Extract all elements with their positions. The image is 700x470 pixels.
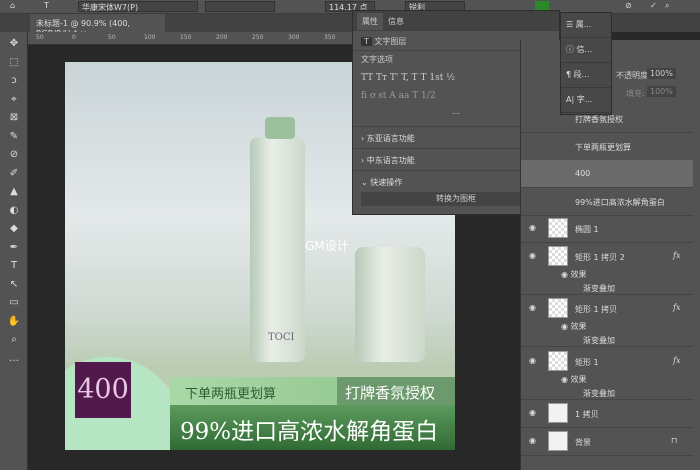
tool-icon[interactable]: ✎ [7, 130, 21, 144]
search-icon[interactable]: ⌕ [665, 1, 669, 11]
fx-icon[interactable]: fx [673, 251, 680, 260]
tool-icon[interactable]: ⌖ [7, 93, 21, 107]
layer-row[interactable]: ◉ 椭圆 1 [521, 215, 693, 243]
ruler-tick: 350 [324, 34, 336, 41]
gradient-overlay-effect[interactable]: 渐变叠加 [583, 335, 615, 346]
document-tab[interactable]: 未标题-1 @ 90.9% (400, RGB/8#) * × [30, 14, 165, 38]
visibility-eye-icon[interactable]: ◉ [529, 223, 536, 232]
visibility-eye-icon[interactable]: ◉ [529, 408, 536, 417]
headline-banner: 99%进口高浓水解角蛋白 [170, 405, 455, 450]
fill-label: 填充: [626, 89, 645, 98]
layer-thumbnail [548, 218, 568, 238]
tool-icon[interactable]: ✐ [7, 167, 21, 181]
visibility-eye-icon[interactable]: ◉ [529, 356, 536, 365]
visibility-eye-icon[interactable]: ◉ [529, 436, 536, 445]
home-icon[interactable]: ⌂ [10, 1, 15, 10]
pump-bottle [250, 137, 305, 362]
panel-icon-column: ☰ 属... ⓘ 信... ¶ 段... A| 字... [560, 12, 612, 115]
fx-icon[interactable]: fx [673, 303, 680, 312]
tool-icon[interactable]: T [7, 259, 21, 273]
text-tool-icon[interactable]: T [44, 1, 49, 10]
layer-row[interactable]: ◉ 1 拷贝 [521, 400, 693, 428]
layer-thumbnail [548, 403, 568, 423]
tab-properties[interactable]: 属性 [357, 12, 383, 30]
layer-row[interactable]: ◉ 矩形 1 拷贝 fx ◉ 效果 渐变叠加 [521, 295, 693, 347]
visibility-eye-icon[interactable]: ◉ [529, 303, 536, 312]
ruler-tick: 100 [144, 34, 156, 41]
tool-icon[interactable]: ✒ [7, 241, 21, 255]
brand-text: TOCI [268, 332, 295, 343]
layer-thumbnail [548, 351, 568, 371]
text-layer-icon: T [361, 37, 372, 46]
opacity-input[interactable]: 100% [647, 68, 676, 79]
tool-icon[interactable]: ↖ [7, 278, 21, 292]
effects-label[interactable]: ◉ 效果 [561, 374, 587, 385]
layer-row[interactable]: ◉ 背景 ⊓ [521, 428, 693, 456]
visibility-eye-icon[interactable]: ◉ [529, 251, 536, 260]
tool-icon[interactable]: ⊘ [7, 148, 21, 162]
tool-icon[interactable]: ▲ [7, 185, 21, 199]
opacity-label: 不透明度: [616, 71, 651, 80]
ruler-tick: 50 [108, 34, 116, 41]
fx-icon[interactable]: fx [673, 356, 680, 365]
layer-thumbnail [548, 298, 568, 318]
tab-info[interactable]: 信息 [383, 13, 409, 30]
pump-head [265, 117, 295, 139]
tools-panel: ✥ ⬚ ↄ ⌖ ⊠ ✎ ⊘ ✐ ▲ ◐ ◆ ✒ T ↖ ▭ ✋ ⌕ … [0, 32, 28, 470]
character-icon[interactable]: A| 字... [561, 88, 611, 113]
layer-row[interactable]: 400 [521, 160, 693, 188]
ruler-tick: 250 [252, 34, 264, 41]
commit-icon[interactable]: ✓ [650, 1, 657, 10]
tool-icon[interactable]: ◐ [7, 204, 21, 218]
cancel-icon[interactable]: ⊘ [625, 1, 632, 10]
layer-row[interactable]: ◉ 矩形 1 fx ◉ 效果 渐变叠加 [521, 348, 693, 400]
tool-icon[interactable]: … [7, 352, 21, 366]
tool-icon[interactable]: ⊠ [7, 111, 21, 125]
badge-400[interactable]: 400 [75, 362, 131, 418]
layer-thumbnail [548, 246, 568, 266]
paragraph-icon[interactable]: ¶ 段... [561, 63, 611, 88]
tool-icon[interactable]: ⌕ [7, 333, 21, 347]
watermark: GM设计 [305, 239, 349, 253]
font-family-select[interactable]: 华康宋体W7(P) [78, 1, 198, 12]
ruler-tick: 0 [72, 34, 76, 41]
tool-icon[interactable]: ◆ [7, 222, 21, 236]
effects-label[interactable]: ◉ 效果 [561, 269, 587, 280]
info-icon[interactable]: ⓘ 信... [561, 38, 611, 63]
ruler-tick: 300 [288, 34, 300, 41]
fill-input[interactable]: 100% [647, 86, 676, 97]
ruler-tick: 150 [180, 34, 192, 41]
jar [355, 247, 425, 362]
layer-row[interactable]: 99%进口高浓水解角蛋白 [521, 188, 693, 216]
layer-thumbnail [548, 431, 568, 451]
ruler-tick: 50 [36, 34, 44, 41]
tool-icon[interactable]: ⬚ [7, 56, 21, 70]
gradient-overlay-effect[interactable]: 渐变叠加 [583, 388, 615, 399]
gradient-overlay-effect[interactable]: 渐变叠加 [583, 283, 615, 294]
tool-icon[interactable]: ✥ [7, 37, 21, 51]
effects-label[interactable]: ◉ 效果 [561, 321, 587, 332]
tool-icon[interactable]: ▭ [7, 296, 21, 310]
font-style-select[interactable] [205, 1, 275, 12]
banner-right: 打牌香氛授权 [337, 377, 455, 407]
ruler-tick: 200 [216, 34, 228, 41]
layer-row[interactable]: 下单两瓶更划算 [521, 133, 693, 161]
layer-row[interactable]: ◉ 矩形 1 拷贝 2 fx ◉ 效果 渐变叠加 [521, 243, 693, 295]
tool-icon[interactable]: ✋ [7, 315, 21, 329]
properties-icon[interactable]: ☰ 属... [561, 13, 611, 38]
lock-icon: ⊓ [671, 436, 678, 445]
tool-icon[interactable]: ↄ [7, 74, 21, 88]
